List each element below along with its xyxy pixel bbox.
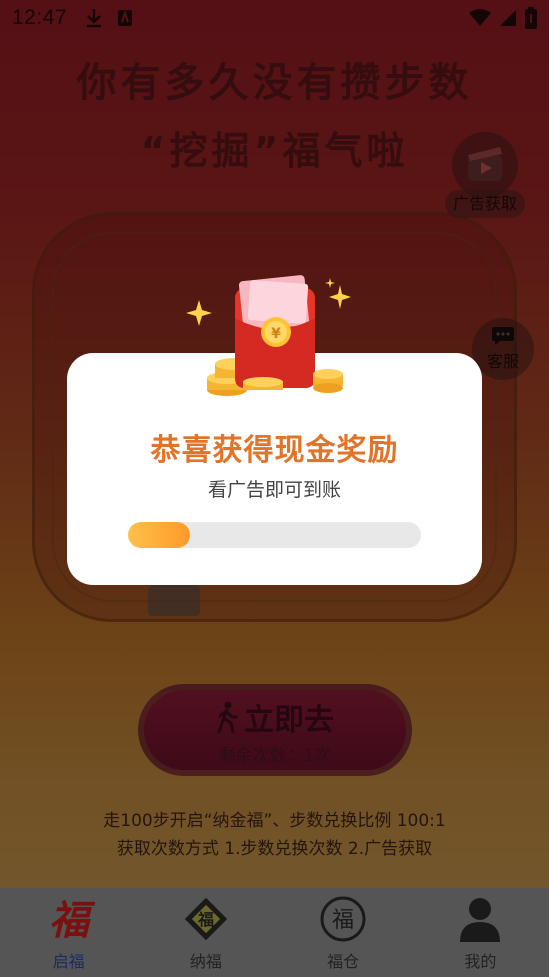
sparkle-icon — [329, 285, 351, 309]
fu-circle-icon: 福 — [320, 896, 366, 942]
sparkle-icon — [186, 300, 212, 326]
modal-title: 恭喜获得现金奖励 — [150, 433, 399, 468]
tab-label: 我的 — [464, 952, 497, 971]
ad-progress-fill — [128, 522, 190, 548]
red-envelope-illustration: ¥ — [186, 275, 351, 396]
fu-diamond-icon: 福 — [184, 897, 228, 941]
tab-mine[interactable]: 我的 — [425, 894, 535, 972]
person-icon — [460, 898, 501, 942]
sparkle-icon — [325, 278, 335, 288]
tab-qifu[interactable]: 福 启福 — [14, 894, 124, 972]
svg-text:福: 福 — [197, 910, 214, 929]
fu-calligraphy-icon: 福 — [49, 897, 95, 944]
modal-subtitle: 看广告即可到账 — [207, 479, 341, 501]
svg-text:¥: ¥ — [271, 326, 281, 342]
tab-label: 启福 — [52, 952, 85, 971]
tab-fucang[interactable]: 福 福仓 — [288, 894, 398, 972]
ad-progress-bar — [128, 522, 421, 548]
tab-label: 纳福 — [189, 952, 222, 971]
bottom-tab-bar: 福 启福 福 纳福 福 福仓 我的 — [0, 888, 549, 977]
tab-nafu[interactable]: 福 纳福 — [151, 894, 261, 972]
tab-label: 福仓 — [327, 952, 360, 971]
svg-text:福: 福 — [49, 897, 95, 944]
svg-text:福: 福 — [332, 908, 354, 933]
